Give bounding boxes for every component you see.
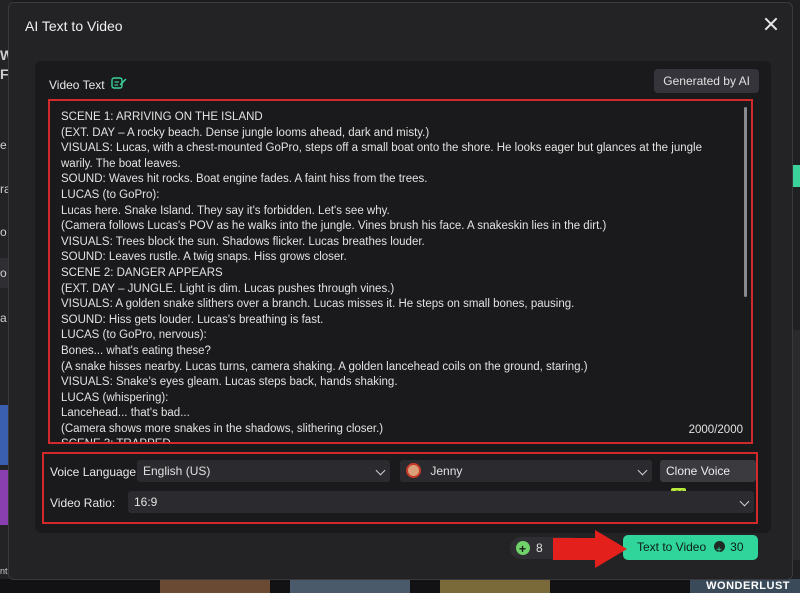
video-text-label: Video Text bbox=[49, 77, 105, 92]
edit-note-icon[interactable] bbox=[110, 76, 127, 93]
chevron-down-icon bbox=[637, 465, 648, 476]
character-count: 2000/2000 bbox=[682, 424, 743, 436]
script-line: Bones... what's eating these? bbox=[61, 344, 211, 357]
script-line: (Camera follows Lucas's POV as he walks … bbox=[61, 220, 607, 233]
bg-text-fragment: e bbox=[0, 138, 7, 152]
text-to-video-cost: 30 bbox=[730, 540, 744, 554]
script-line: SCENE 3: TRAPPED bbox=[61, 437, 731, 442]
generated-by-ai-button[interactable]: Generated by AI bbox=[654, 69, 759, 93]
video-text-area[interactable]: SCENE 1: ARRIVING ON THE ISLAND (EXT. DAY… bbox=[48, 99, 753, 444]
bg-thumbnail-caption: WONDERLUST bbox=[706, 580, 790, 592]
bg-text-fragment: o bbox=[0, 225, 7, 239]
bg-clip-thumbnail bbox=[440, 579, 550, 593]
voice-language-select[interactable]: English (US) bbox=[137, 460, 390, 482]
script-line: LUCAS (to GoPro): bbox=[61, 188, 160, 201]
script-line: VISUALS: Snake's eyes gleam. Lucas steps… bbox=[61, 376, 398, 389]
voice-avatar bbox=[406, 463, 421, 479]
bg-clip-thumbnail bbox=[290, 579, 410, 593]
clone-voice-button[interactable]: Clone VoiceAI bbox=[660, 460, 756, 500]
credit-coin-icon bbox=[714, 538, 726, 563]
script-line: SCENE 1: ARRIVING ON THE ISLAND bbox=[61, 111, 263, 123]
script-line: VISUALS: A golden snake slithers over a … bbox=[61, 298, 575, 311]
script-line: SOUND: Hiss gets louder. Lucas's breathi… bbox=[61, 313, 324, 326]
script-line: (EXT. DAY – A rocky beach. Dense jungle … bbox=[61, 126, 430, 139]
video-ratio-select[interactable]: 16:9 bbox=[128, 491, 754, 513]
chevron-down-icon bbox=[739, 496, 750, 507]
chevron-down-icon bbox=[375, 465, 386, 476]
bg-clip-thumbnail bbox=[160, 579, 270, 593]
script-line: LUCAS (to GoPro, nervous): bbox=[61, 329, 207, 342]
bg-text-fragment: o bbox=[0, 266, 7, 280]
bg-text-fragment: a bbox=[0, 311, 7, 325]
voice-language-value: English (US) bbox=[143, 464, 211, 478]
annotation-arrow-head bbox=[595, 530, 627, 568]
text-scrollbar[interactable] bbox=[744, 107, 747, 297]
script-line: (Camera shows more snakes in the shadows… bbox=[61, 422, 384, 435]
script-line: warily. The boat leaves. bbox=[61, 157, 181, 170]
script-line: (EXT. DAY – JUNGLE. Light is dim. Lucas … bbox=[61, 282, 395, 295]
credit-coin-icon bbox=[516, 538, 530, 560]
video-ratio-value: 16:9 bbox=[134, 495, 158, 509]
video-text-header: Video Text bbox=[49, 76, 127, 93]
text-to-video-label: Text to Video bbox=[637, 540, 707, 554]
video-ratio-label: Video Ratio: bbox=[50, 496, 116, 510]
text-to-video-button[interactable]: Text to Video 30 bbox=[623, 535, 758, 563]
clone-voice-label: Clone Voice bbox=[666, 464, 731, 478]
script-line: VISUALS: Trees block the sun. Shadows fl… bbox=[61, 235, 425, 248]
voice-settings-section: Voice Language: English (US) Jenny Clone… bbox=[42, 452, 758, 524]
annotation-arrow bbox=[553, 538, 595, 560]
voice-select[interactable]: Jenny bbox=[400, 460, 652, 482]
ai-text-to-video-dialog: AI Text to Video Video Text Generated by… bbox=[8, 2, 793, 580]
script-line: SCENE 2: DANGER APPEARS bbox=[61, 266, 223, 279]
bg-text-fragment: nt bbox=[0, 566, 8, 576]
dialog-title: AI Text to Video bbox=[25, 18, 123, 34]
script-line: VISUALS: Lucas, with a chest-mounted GoP… bbox=[61, 142, 702, 155]
input-panel: Video Text Generated by AI SCENE 1: ARRI… bbox=[35, 61, 771, 533]
voice-value: Jenny bbox=[430, 464, 463, 478]
voice-language-label: Voice Language: bbox=[50, 465, 140, 479]
credits-value: 8 bbox=[536, 541, 543, 555]
script-line: Lucas here. Snake Island. They say it's … bbox=[61, 204, 390, 217]
script-line: SOUND: Leaves rustle. A twig snaps. Hiss… bbox=[61, 251, 347, 264]
close-icon[interactable] bbox=[762, 15, 780, 33]
script-line: (A snake hisses nearby. Lucas turns, cam… bbox=[61, 360, 588, 373]
script-line: Lancehead... that's bad... bbox=[61, 407, 190, 420]
script-line: SOUND: Waves hit rocks. Boat engine fade… bbox=[61, 173, 428, 186]
script-line: LUCAS (whispering): bbox=[61, 391, 169, 404]
script-text: SCENE 1: ARRIVING ON THE ISLAND (EXT. DAY… bbox=[61, 110, 731, 442]
